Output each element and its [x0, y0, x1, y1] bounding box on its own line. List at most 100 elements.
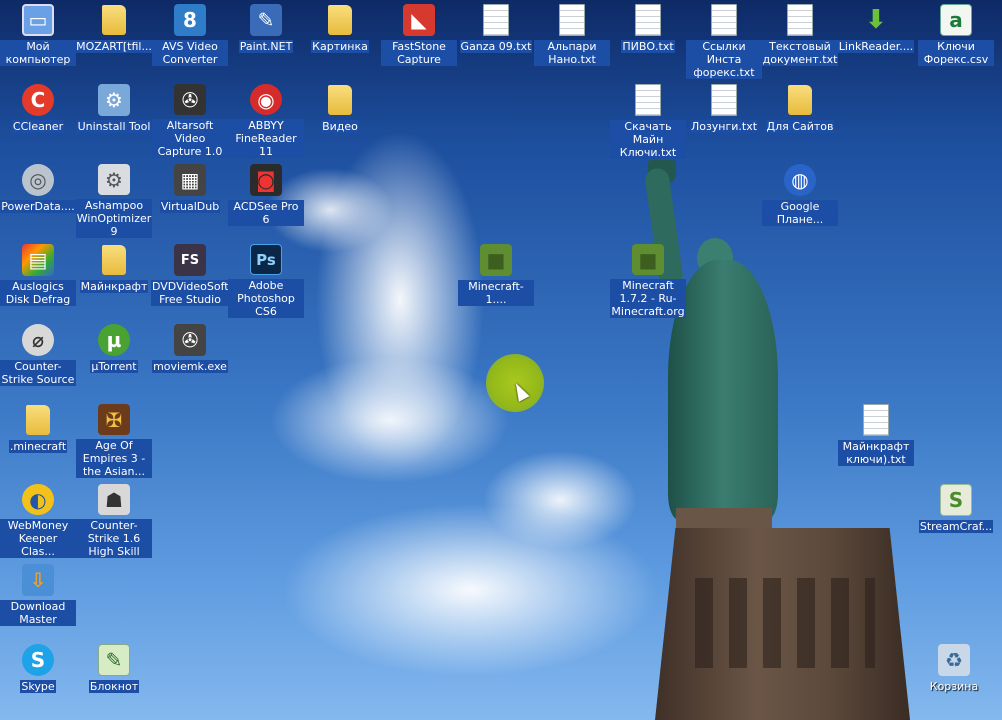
icon-label: .minecraft: [8, 440, 68, 453]
desktop-icon-auslogics[interactable]: ▤ Auslogics Disk Defrag: [0, 242, 76, 318]
icon-label: Корзина: [929, 680, 979, 693]
text-file-icon: [632, 84, 664, 116]
desktop-icon-ssylki-txt[interactable]: Ссылки Инста форекс.txt: [686, 2, 762, 79]
desktop-icon-altarsoft[interactable]: ✇ Altarsoft Video Capture 1.0: [152, 82, 228, 158]
icon-label: AVS Video Converter: [152, 40, 228, 66]
icon-label: Skype: [20, 680, 56, 693]
desktop-icon-abbyy[interactable]: ◉ ABBYY FineReader 11: [228, 82, 304, 158]
desktop-icon-maynkraft-klyuchi-txt[interactable]: Майнкрафт ключи).txt: [838, 402, 914, 478]
icon-label: Counter-Strike Source: [0, 360, 76, 386]
icon-label: CCleaner: [11, 120, 65, 133]
desktop-icon-mozart[interactable]: MOZART[tfil...: [75, 2, 153, 78]
desktop-icon-maynkraft-folder[interactable]: Майнкрафт: [76, 242, 152, 318]
webmoney-icon: ◐: [22, 484, 54, 515]
desktop-icon-kartinka[interactable]: Картинка: [302, 2, 378, 78]
faststone-icon: ◣: [403, 4, 435, 36]
icon-label: Counter-Strike 1.6 High Skill: [76, 519, 152, 558]
gear-icon: ⚙: [98, 164, 130, 195]
desktop-icon-utorrent[interactable]: µ µTorrent: [76, 322, 152, 398]
statue-pedestal: [655, 528, 910, 720]
desktop-icon-alpari-txt[interactable]: Альпари Нано.txt: [534, 2, 610, 78]
desktop-icon-pivo-txt[interactable]: ПИВО.txt: [610, 2, 686, 78]
icon-label: Видео: [321, 120, 359, 133]
desktop-icon-moviemk[interactable]: ✇ moviemk.exe: [152, 322, 228, 398]
icon-label: VirtualDub: [159, 200, 221, 213]
desktop-icon-ccleaner[interactable]: C CCleaner: [0, 82, 76, 158]
desktop-icon-avs-video-converter[interactable]: 8 AVS Video Converter: [152, 2, 228, 78]
desktop-icon-dlya-saytov[interactable]: Для Сайтов: [762, 82, 838, 158]
abbyy-icon: ◉: [250, 84, 282, 115]
text-file-icon: [784, 4, 816, 36]
desktop-icon-ganza-txt[interactable]: Ganza 09.txt: [458, 2, 534, 78]
camera-icon: ◙: [250, 164, 282, 196]
desktop-icon-recycle-bin[interactable]: ♻ Корзина: [916, 642, 992, 718]
desktop-icon-paint-net[interactable]: ✎ Paint.NET: [228, 2, 304, 78]
computer-icon: ▭: [22, 4, 54, 36]
counter-strike-icon: ☗: [98, 484, 130, 515]
desktop-icon-google-earth[interactable]: ◍ Google Плане...: [762, 162, 838, 238]
icon-label: Ganza 09.txt: [459, 40, 533, 53]
desktop-icon-dot-minecraft[interactable]: .minecraft: [0, 402, 76, 478]
desktop-icon-minecraft-172[interactable]: ■ Minecraft 1.7.2 - Ru-Minecraft.org: [610, 242, 686, 318]
icon-label: Minecraft 1.7.2 - Ru-Minecraft.org: [610, 279, 686, 318]
desktop-icon-dvdvideosoft[interactable]: FS DVDVideoSoft Free Studio: [151, 242, 229, 318]
desktop-icon-minecraft-1[interactable]: ■ Minecraft-1....: [458, 242, 534, 318]
icon-label: LinkReader....: [837, 40, 915, 53]
desktop-icon-cs16[interactable]: ☗ Counter-Strike 1.6 High Skill: [76, 482, 152, 558]
desktop-icon-photoshop[interactable]: Ps Adobe Photoshop CS6: [228, 242, 304, 318]
folder-icon: [98, 244, 130, 276]
icon-label: MOZART[tfil...: [75, 40, 153, 53]
desktop-icon-ashampoo[interactable]: ⚙ Ashampoo WinOptimizer 9: [75, 162, 153, 238]
streamcraft-icon: S: [940, 484, 972, 516]
folder-icon: [22, 404, 54, 436]
desktop-icon-lozungi-txt[interactable]: Лозунги.txt: [686, 82, 762, 158]
virtualdub-icon: ▦: [174, 164, 206, 196]
download-master-icon: ⇩: [22, 564, 54, 596]
icon-label: Ключи Форекс.csv: [918, 40, 994, 66]
icon-label: µTorrent: [90, 360, 138, 373]
icon-label: Age Of Empires 3 - the Asian...: [76, 439, 152, 478]
icon-label: Ссылки Инста форекс.txt: [686, 40, 762, 79]
desktop-icon-notepad[interactable]: ✎ Блокнот: [76, 642, 152, 718]
desktop-icon-cs-source[interactable]: ⌀ Counter-Strike Source: [0, 322, 76, 398]
desktop-icon-uninstall-tool[interactable]: ⚙ Uninstall Tool: [76, 82, 152, 158]
icon-label: Ashampoo WinOptimizer 9: [75, 199, 153, 238]
icon-label: Скачать Майн Ключи.txt: [610, 120, 686, 159]
icon-label: Майнкрафт ключи).txt: [838, 440, 914, 466]
icon-label: Adobe Photoshop CS6: [228, 279, 304, 318]
icon-label: PowerData....: [0, 200, 76, 213]
icon-label: moviemk.exe: [152, 360, 228, 373]
minecraft-block-icon: ■: [632, 244, 664, 275]
desktop-icon-linkreader[interactable]: ⬇ LinkReader....: [837, 2, 915, 78]
desktop-icon-skype[interactable]: S Skype: [0, 642, 76, 718]
paint-net-icon: ✎: [250, 4, 282, 36]
age-of-empires-icon: ✠: [98, 404, 130, 435]
desktop-icon-download-master[interactable]: ⇩ Download Master: [0, 562, 76, 638]
desktop-icon-my-computer[interactable]: ▭ Мой компьютер: [0, 2, 76, 78]
desktop-icon-faststone-capture[interactable]: ◣ FastStone Capture: [381, 2, 457, 78]
desktop[interactable]: ▭ Мой компьютер MOZART[tfil... 8 AVS Vid…: [0, 0, 1002, 720]
icon-label: ACDSee Pro 6: [228, 200, 304, 226]
text-file-icon: [556, 4, 588, 36]
icon-label: Uninstall Tool: [76, 120, 152, 133]
desktop-icon-virtualdub[interactable]: ▦ VirtualDub: [152, 162, 228, 238]
desktop-icon-text-doc[interactable]: Текстовый документ.txt: [761, 2, 839, 78]
pedestal-top: [676, 508, 772, 530]
film-reel-icon: ✇: [174, 84, 206, 115]
folder-icon: [98, 4, 130, 36]
dvdvideosoft-icon: FS: [174, 244, 206, 276]
icon-label: StreamCraf...: [918, 520, 994, 533]
icon-label: Альпари Нано.txt: [534, 40, 610, 66]
desktop-icon-acdsee[interactable]: ◙ ACDSee Pro 6: [228, 162, 304, 238]
desktop-icon-video[interactable]: Видео: [302, 82, 378, 158]
recycle-bin-icon: ♻: [938, 644, 970, 676]
avs-video-icon: 8: [174, 4, 206, 36]
desktop-icon-webmoney[interactable]: ◐ WebMoney Keeper Clas...: [0, 482, 76, 558]
desktop-icon-skachat-txt[interactable]: Скачать Майн Ключи.txt: [610, 82, 686, 159]
desktop-icon-streamcraft[interactable]: S StreamCraf...: [918, 482, 994, 558]
icon-label: WebMoney Keeper Clas...: [0, 519, 76, 558]
desktop-icon-age-of-empires[interactable]: ✠ Age Of Empires 3 - the Asian...: [76, 402, 152, 478]
desktop-icon-klyuchi-csv[interactable]: a Ключи Форекс.csv: [918, 2, 994, 78]
icon-label: Мой компьютер: [0, 40, 76, 66]
desktop-icon-powerdata[interactable]: ◎ PowerData....: [0, 162, 76, 238]
